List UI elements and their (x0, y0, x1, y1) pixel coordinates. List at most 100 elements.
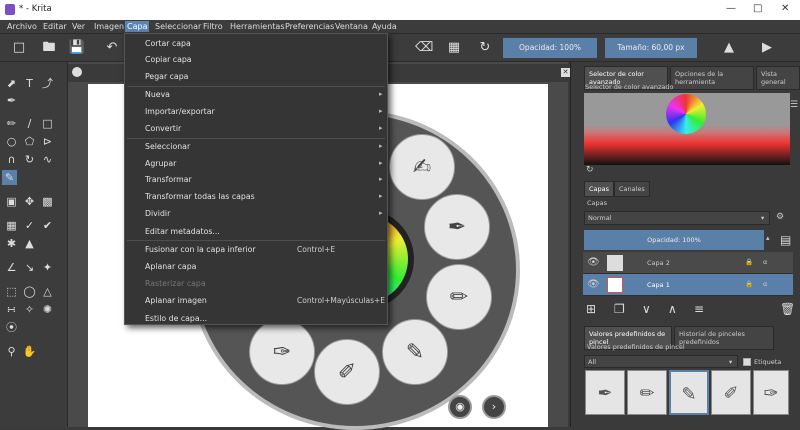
eraser-icon[interactable]: ⌫ (415, 39, 433, 57)
menu-item-pegar[interactable]: Pegar capa (145, 72, 188, 81)
brush-slot-2[interactable]: ✒ (424, 194, 490, 260)
menu-ver[interactable]: Ver (70, 21, 87, 32)
measure-tool-icon[interactable]: ∠ (4, 260, 19, 275)
brush-tool-icon[interactable]: ✏ (4, 116, 19, 131)
menu-item-seleccionar[interactable]: Seleccionar (145, 142, 190, 151)
alpha-icon[interactable]: α (763, 258, 767, 266)
brush-preset-4[interactable]: ✐ (711, 370, 751, 415)
brush-preset-5[interactable]: ✑ (753, 370, 789, 415)
layer-row-2[interactable]: 👁 Capa 2 🔒 α (583, 252, 793, 274)
visibility-eye-icon[interactable]: 👁 (587, 279, 600, 290)
lock-icon[interactable]: 🔒 (745, 280, 753, 288)
mirror-vertical-icon[interactable]: ▶ (758, 39, 776, 57)
new-document-icon[interactable]: □ (10, 39, 28, 57)
move-tool-icon[interactable]: ✥ (22, 194, 37, 209)
document-tab-icon[interactable] (72, 67, 82, 77)
line-tool-icon[interactable]: ∕ (22, 116, 37, 131)
brush-slot-1[interactable]: ✍ (389, 134, 455, 200)
crop-tool-icon[interactable]: ▣ (4, 194, 19, 209)
open-folder-icon[interactable]: 🖿 (40, 39, 58, 57)
text-tool-icon[interactable]: T (22, 76, 37, 91)
menu-preferencias[interactable]: Preferencias (283, 21, 336, 32)
freehand-select-icon[interactable]: ∺ (4, 302, 19, 317)
preset-filter-select[interactable]: All ▾ (584, 355, 738, 368)
gradient-tool-icon[interactable]: ▦ (4, 218, 19, 233)
tab-brush-history[interactable]: Historial de pinceles predefinidos (674, 326, 774, 350)
brush-preset-1[interactable]: ✒ (585, 370, 625, 415)
color-triangle[interactable] (666, 94, 706, 134)
menu-editar[interactable]: Editar (41, 21, 69, 32)
next-tag-icon[interactable]: › (482, 395, 506, 419)
duplicate-layer-icon[interactable]: ❐ (614, 302, 625, 316)
calligraphy-icon[interactable]: ✒ (4, 93, 19, 108)
close-icon[interactable]: ✕ (781, 3, 789, 14)
blend-mode-select[interactable]: Normal ▾ (584, 211, 770, 225)
fill-tool-icon[interactable]: ▲ (22, 236, 37, 251)
size-slider[interactable]: Tamaño: 60,00 px (605, 38, 697, 58)
layer-opacity-slider[interactable]: Opacidad: 100% (584, 230, 764, 250)
freehand-path-icon[interactable]: ↻ (22, 152, 37, 167)
edit-shapes-icon[interactable]: ⤴ (40, 76, 55, 91)
opacity-slider[interactable]: Opacidad: 100% (503, 38, 597, 58)
menu-herramientas[interactable]: Herramientas (228, 21, 287, 32)
save-icon[interactable]: 💾 (68, 39, 86, 57)
color-picker-icon[interactable]: ✓ (22, 218, 37, 233)
bezier-tool-icon[interactable]: ∩ (4, 152, 19, 167)
maximize-icon[interactable]: □ (753, 3, 762, 14)
reload-preset-icon[interactable]: ↻ (476, 39, 494, 57)
brush-preset-3[interactable]: ✎ (669, 370, 709, 415)
similar-select-icon[interactable]: ✺ (40, 302, 55, 317)
brush-slot-5[interactable]: ✐ (314, 339, 380, 405)
dynamic-brush-icon[interactable]: ∿ (40, 152, 55, 167)
smart-patch-icon[interactable]: ✔ (40, 218, 55, 233)
layer-row-1[interactable]: 👁 Capa 1 🔒 α (583, 274, 793, 296)
menu-item-aplanar-imagen[interactable]: Aplanar imagen (145, 296, 207, 305)
brush-slot-6[interactable]: ✑ (249, 319, 315, 385)
brush-preset-2[interactable]: ✏ (627, 370, 667, 415)
move-down-icon[interactable]: ∨ (642, 302, 651, 316)
colorize-mask-icon[interactable]: ✱ (4, 236, 19, 251)
menu-item-cortar[interactable]: Cortar capa (145, 39, 191, 48)
menu-seleccionar[interactable]: Seleccionar (153, 21, 203, 32)
ellipse-tool-icon[interactable]: ○ (4, 134, 19, 149)
menu-capa[interactable]: Capa (125, 21, 150, 32)
rect-select-icon[interactable]: ⬚ (4, 284, 19, 299)
alpha-icon[interactable]: α (763, 280, 767, 288)
transform-tool-icon[interactable]: ▩ (40, 194, 55, 209)
menu-item-transformar-todas[interactable]: Transformar todas las capas (145, 192, 255, 201)
bezier-select-icon[interactable]: ⦿ (4, 320, 19, 335)
polygon-select-icon[interactable]: △ (40, 284, 55, 299)
menu-imagen[interactable]: Imagen (92, 21, 126, 32)
brush-slot-3[interactable]: ✏ (426, 264, 492, 330)
reference-tool-icon[interactable]: ✦ (40, 260, 55, 275)
minimize-icon[interactable]: — (726, 3, 736, 14)
menu-item-importar[interactable]: Importar/exportar (145, 107, 215, 116)
tag-button-icon[interactable]: ◉ (448, 395, 472, 419)
magic-wand-icon[interactable]: ✧ (22, 302, 37, 317)
menu-item-convertir[interactable]: Convertir (145, 124, 181, 133)
menu-item-agrupar[interactable]: Agrupar (145, 159, 176, 168)
polyline-tool-icon[interactable]: ⊳ (40, 134, 55, 149)
zoom-tool-icon[interactable]: ⚲ (4, 344, 19, 359)
menu-item-editar-metadatos[interactable]: Editar metadatos... (145, 227, 220, 236)
menu-item-dividir[interactable]: Dividir (145, 209, 170, 218)
refresh-icon[interactable]: ↻ (586, 165, 594, 175)
opacity-spin-icon[interactable]: ▴ (766, 234, 770, 242)
multibrush-icon[interactable]: ✎ (2, 170, 17, 185)
alpha-lock-icon[interactable]: ▦ (445, 39, 463, 57)
add-layer-icon[interactable]: ⊞ (586, 302, 596, 316)
close-panel-icon[interactable]: ✕ (561, 68, 570, 77)
assistant-tool-icon[interactable]: ↘ (22, 260, 37, 275)
rectangle-tool-icon[interactable]: □ (40, 116, 55, 131)
menu-item-estilo[interactable]: Estilo de capa... (145, 314, 207, 323)
visibility-eye-icon[interactable]: 👁 (587, 257, 600, 268)
undo-icon[interactable]: ↶ (103, 39, 121, 57)
layer-settings-icon[interactable]: ≡ (694, 302, 704, 316)
menu-item-aplanar-capa[interactable]: Aplanar capa (145, 262, 196, 271)
layer-name[interactable]: Capa 2 (647, 259, 670, 267)
menu-item-transformar[interactable]: Transformar (145, 175, 192, 184)
menu-item-copiar[interactable]: Copiar capa (145, 55, 192, 64)
menu-filtro[interactable]: Filtro (201, 21, 225, 32)
delete-layer-icon[interactable]: 🗑 (780, 302, 795, 316)
menu-ventana[interactable]: Ventana (333, 21, 370, 32)
